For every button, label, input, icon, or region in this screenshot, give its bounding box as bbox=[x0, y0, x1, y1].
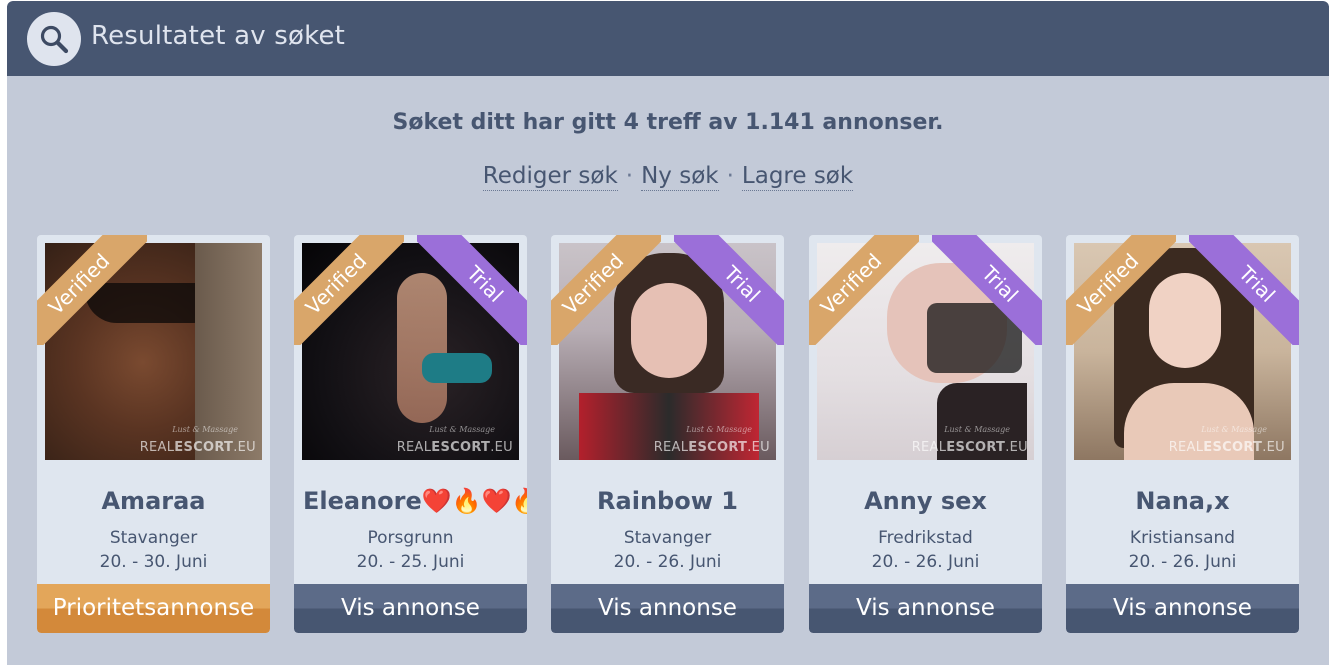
search-icon-badge bbox=[27, 12, 81, 66]
view-listing-button[interactable]: Vis annonse bbox=[551, 584, 784, 633]
search-icon bbox=[40, 25, 69, 54]
new-search-link[interactable]: Ny søk bbox=[641, 163, 719, 191]
priority-listing-button[interactable]: Prioritetsannonse bbox=[37, 584, 270, 633]
edit-search-link[interactable]: Rediger søk bbox=[482, 163, 618, 191]
trial-ribbon: Trial bbox=[1189, 235, 1299, 345]
listing-name[interactable]: Eleanore❤️🔥❤️🔥 bbox=[303, 487, 527, 515]
trial-ribbon: Trial bbox=[417, 235, 527, 345]
watermark-tagline: Lust & Massage bbox=[1201, 425, 1267, 434]
verified-ribbon: Verified bbox=[809, 235, 919, 345]
listing-city: Kristiansand bbox=[1129, 528, 1236, 548]
listing-name[interactable]: Rainbow 1 bbox=[551, 487, 784, 515]
watermark: REALESCORT.EU bbox=[653, 440, 770, 455]
listing-city: Porsgrunn bbox=[367, 528, 454, 548]
watermark-tagline: Lust & Massage bbox=[686, 425, 752, 434]
listing-dates: 20. - 30. Juni bbox=[99, 552, 208, 572]
verified-ribbon: Verified bbox=[37, 235, 147, 345]
listing-dates: 20. - 26. Juni bbox=[613, 552, 722, 572]
listing-card[interactable]: Lust & Massage REALESCORT.EU Verified Tr… bbox=[294, 235, 527, 633]
listing-card[interactable]: Lust & Massage REALESCORT.EU Verified Tr… bbox=[809, 235, 1042, 633]
results-header: Resultatet av søket bbox=[7, 1, 1329, 76]
watermark: REALESCORT.EU bbox=[1168, 440, 1285, 455]
search-actions: Rediger søk · Ny søk · Lagre søk bbox=[7, 163, 1329, 191]
view-listing-button[interactable]: Vis annonse bbox=[809, 584, 1042, 633]
verified-ribbon: Verified bbox=[294, 235, 404, 345]
watermark-tagline: Lust & Massage bbox=[944, 425, 1010, 434]
watermark: REALESCORT.EU bbox=[396, 440, 513, 455]
listing-name[interactable]: Amaraa bbox=[37, 487, 270, 515]
listing-city: Stavanger bbox=[109, 528, 198, 548]
search-results-panel: Resultatet av søket Søket ditt har gitt … bbox=[7, 1, 1329, 665]
listing-name[interactable]: Anny sex bbox=[809, 487, 1042, 515]
watermark: REALESCORT.EU bbox=[911, 440, 1028, 455]
listing-dates: 20. - 25. Juni bbox=[356, 552, 465, 572]
listing-dates: 20. - 26. Juni bbox=[871, 552, 980, 572]
verified-ribbon: Verified bbox=[1066, 235, 1176, 345]
watermark: REALESCORT.EU bbox=[139, 440, 256, 455]
page-title: Resultatet av søket bbox=[91, 21, 346, 51]
listing-city: Stavanger bbox=[623, 528, 712, 548]
separator: · bbox=[625, 163, 634, 189]
results-summary: Søket ditt har gitt 4 treff av 1.141 ann… bbox=[392, 110, 944, 135]
listing-city: Fredrikstad bbox=[878, 528, 973, 548]
separator: · bbox=[726, 163, 734, 189]
listing-dates: 20. - 26. Juni bbox=[1128, 552, 1237, 572]
view-listing-button[interactable]: Vis annonse bbox=[294, 584, 527, 633]
view-listing-button[interactable]: Vis annonse bbox=[1066, 584, 1299, 633]
watermark-tagline: Lust & Massage bbox=[429, 425, 495, 434]
save-search-link[interactable]: Lagre søk bbox=[741, 163, 854, 191]
watermark-tagline: Lust & Massage bbox=[172, 425, 238, 434]
verified-ribbon: Verified bbox=[551, 235, 661, 345]
trial-ribbon: Trial bbox=[932, 235, 1042, 345]
listing-card[interactable]: Lust & Massage REALESCORT.EU Verified Am… bbox=[37, 235, 270, 633]
listing-card[interactable]: Lust & Massage REALESCORT.EU Verified Tr… bbox=[551, 235, 784, 633]
listing-card[interactable]: Lust & Massage REALESCORT.EU Verified Tr… bbox=[1066, 235, 1299, 633]
trial-ribbon: Trial bbox=[674, 235, 784, 345]
listing-name[interactable]: Nana,x bbox=[1066, 487, 1299, 515]
